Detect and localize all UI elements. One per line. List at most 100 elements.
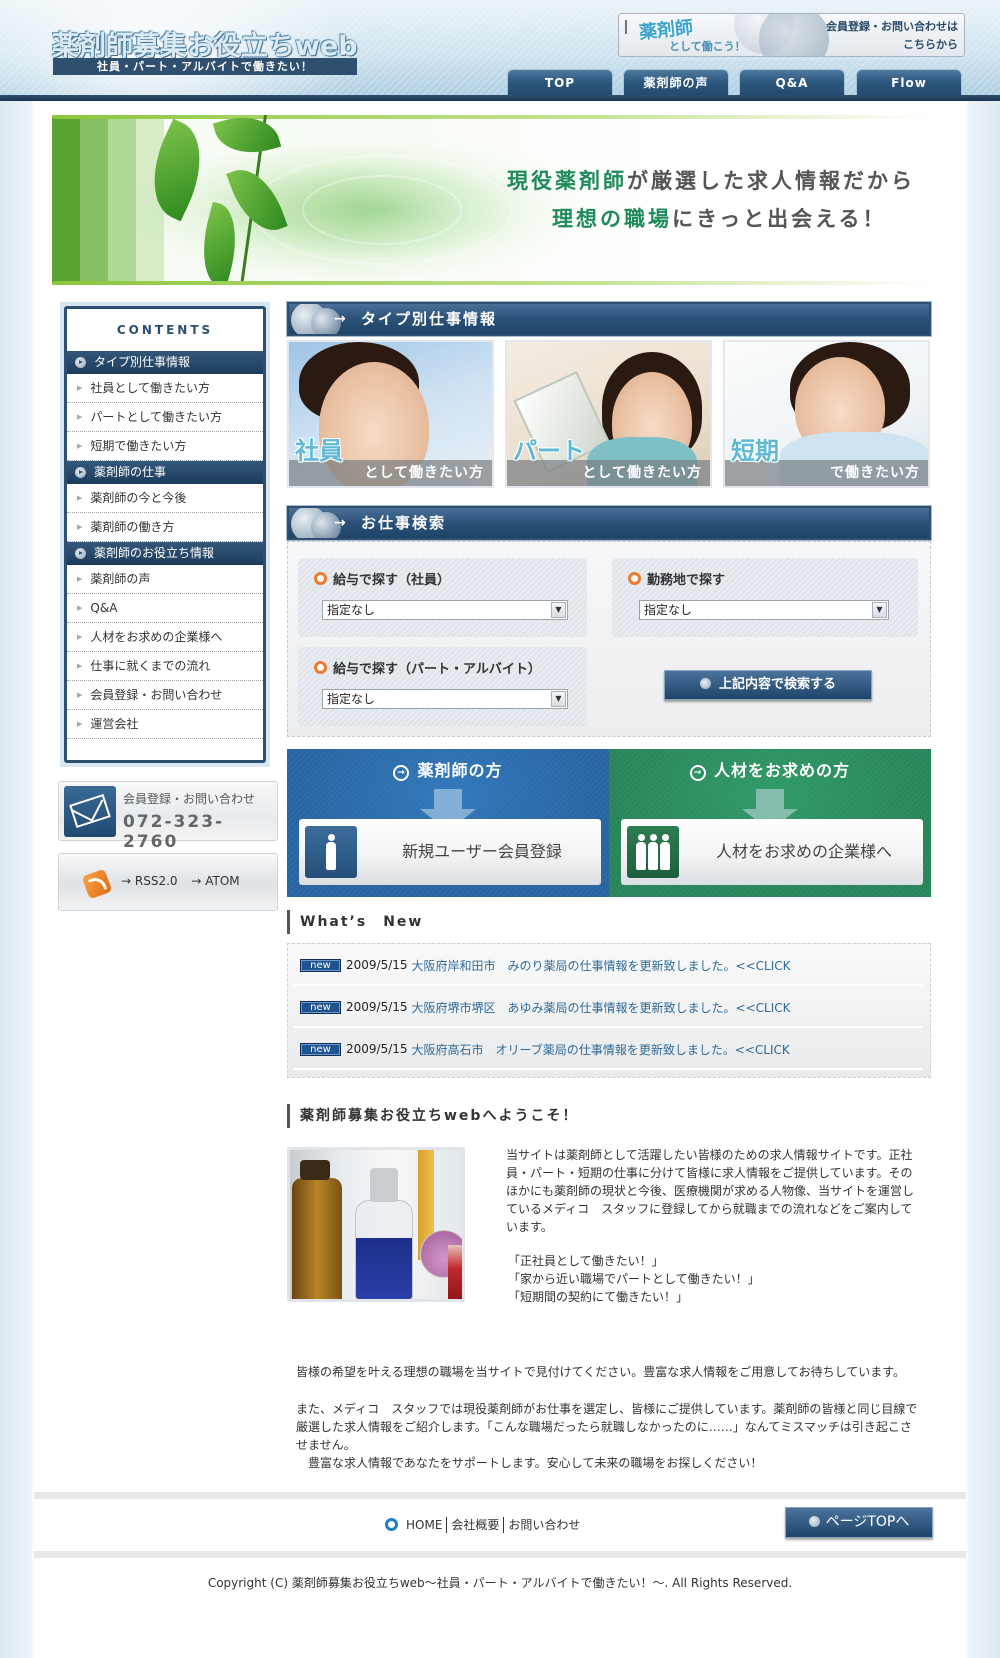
rss-icon: [81, 868, 113, 900]
hero-highlight: 現役薬剤師: [507, 169, 627, 193]
sidebar-item-fulltime[interactable]: ▶ 社員として働きたい方: [67, 374, 263, 403]
type-card-title: 社員: [295, 437, 343, 465]
bottle-stopper: [300, 1160, 330, 1180]
sidebar-title: CONTENTS: [116, 323, 214, 337]
sidebar-item-flow[interactable]: ▶ 仕事に就くまでの流れ: [67, 652, 263, 681]
sidebar-heading-info[interactable]: 薬剤師のお役立ち情報: [67, 542, 263, 565]
cta-title: 人材をお求めの方: [713, 761, 850, 780]
rss-link[interactable]: → RSS2.0: [121, 874, 178, 888]
sidebar-item-label: 薬剤師の今と今後: [90, 491, 187, 505]
sidebar-item-present-future[interactable]: ▶ 薬剤師の今と今後: [67, 484, 263, 513]
leaf-icon: [192, 201, 247, 285]
news-item: new 2009/5/15 大阪府高石市 オリーブ薬局の仕事情報を更新致しました…: [294, 1030, 922, 1070]
circle-arrow-icon: →: [689, 765, 706, 781]
news-link[interactable]: 大阪府高石市 オリーブ薬局の仕事情報を更新致しました。<<CLICK: [412, 1041, 790, 1058]
sidebar-heading-work[interactable]: 薬剤師の仕事: [67, 461, 263, 484]
phone-number: 072-323-2760: [123, 812, 225, 852]
type-card-subtitle: として働きたい方: [582, 465, 702, 481]
employer-page-button[interactable]: 人材をお求めの企業様へ: [621, 819, 923, 885]
hero-catchcopy-line1: 現役薬剤師が厳選した求人情報だから: [507, 165, 915, 195]
nav-tab-voices[interactable]: 薬剤師の声: [623, 69, 729, 97]
sidebar-heading-type[interactable]: タイプ別仕事情報: [67, 351, 263, 374]
type-card-parttime[interactable]: パート として働きたい方: [505, 340, 712, 488]
leaf-icon: [212, 115, 282, 163]
cta-button-label: 人材をお求めの企業様へ: [715, 842, 892, 861]
sidebar-item-label: 人材をお求めの企業様へ: [90, 630, 223, 644]
news-date: 2009/5/15: [346, 958, 408, 972]
welcome-paragraph-2: また、メディコ スタッフでは現役薬剤師がお仕事を選定し、皆様にご提供しています。…: [296, 1402, 918, 1452]
salary-parttime-select[interactable]: 指定なし ▼: [322, 689, 568, 709]
sidebar-item-parttime[interactable]: ▶ パートとして働きたい方: [67, 403, 263, 432]
triangle-bullet-icon: ▶: [77, 691, 83, 699]
water-ripple: [302, 175, 462, 245]
orange-bullet-icon: [314, 572, 327, 585]
section-heading-search: → お仕事検索: [286, 505, 932, 541]
type-card-subtitle: で働きたい方: [830, 465, 920, 481]
news-link[interactable]: 大阪府堺市堺区 あゆみ薬局の仕事情報を更新致しました。<<CLICK: [412, 999, 791, 1016]
header-bottom-bar: [0, 95, 1000, 101]
search-submit-label: 上記内容で検索する: [718, 677, 836, 692]
sidebar-item-label: 薬剤師の働き方: [90, 520, 175, 534]
news-list: new 2009/5/15 大阪府岸和田市 みのり薬局の仕事情報を更新致しました…: [287, 943, 931, 1078]
sidebar-item-label: 会員登録・お問い合わせ: [90, 688, 223, 702]
arrow-right-icon: →: [334, 311, 348, 327]
hero-catchcopy-line2: 理想の職場にきっと出会える！: [552, 203, 887, 233]
chevron-down-icon[interactable]: ▼: [551, 602, 566, 618]
footer-link-contact[interactable]: お問い合わせ: [504, 1516, 584, 1533]
feed-links-box: → RSS2.0 → ATOM: [58, 853, 278, 911]
cta-button-label: 新規ユーザー会員登録: [402, 842, 562, 861]
quote-line: 「短期間の契約にて働きたい！」: [508, 1290, 689, 1304]
location-select[interactable]: 指定なし ▼: [639, 600, 889, 620]
contact-phone-banner[interactable]: 会員登録・お問い合わせ 072-323-2760: [58, 781, 278, 852]
welcome-paragraph-3: 豊富な求人情報であなたをサポートします。安心して未来の職場をお探しください！: [296, 1456, 763, 1470]
news-item: new 2009/5/15 大阪府堺市堺区 あゆみ薬局の仕事情報を更新致しました…: [294, 988, 922, 1028]
section-heading-label: お仕事検索: [361, 514, 447, 532]
banner-decoration: [759, 14, 829, 56]
footer-divider: [34, 1551, 966, 1558]
sidebar-item-workstyle[interactable]: ▶ 薬剤師の働き方: [67, 513, 263, 542]
nav-tab-top[interactable]: TOP: [507, 69, 613, 97]
salary-parttime-panel: 給与で探す（パート・アルバイト） 指定なし ▼: [298, 647, 587, 726]
type-card-title: パート: [513, 437, 585, 465]
play-bullet-icon: [75, 548, 86, 559]
register-contact-banner[interactable]: 薬剤師 として働こう！ 会員登録・お問い合わせは こちらから: [618, 13, 965, 57]
sidebar-item-qa[interactable]: ▶ Q&A: [67, 594, 263, 623]
type-card-shortterm[interactable]: 短期 で働きたい方: [723, 340, 930, 488]
nav-tab-qa[interactable]: Q&A: [739, 69, 845, 97]
hero-stripe: [80, 119, 108, 281]
chevron-down-icon[interactable]: ▼: [551, 691, 566, 707]
sidebar-item-shortterm[interactable]: ▶ 短期で働きたい方: [67, 432, 263, 461]
type-card-fulltime[interactable]: 社員 として働きたい方: [287, 340, 494, 488]
location-panel: 勤務地で探す 指定なし ▼: [612, 558, 918, 637]
footer-nav: HOME 会社概要 お問い合わせ: [385, 1516, 584, 1533]
sidebar-item-label: 薬剤師の声: [90, 572, 151, 586]
sidebar-item-company[interactable]: ▶ 運営会社: [67, 710, 263, 739]
sidebar-item-contact[interactable]: ▶ 会員登録・お問い合わせ: [67, 681, 263, 710]
salary-fulltime-label: 給与で探す（社員）: [333, 573, 451, 588]
red-beaker: [448, 1245, 462, 1299]
new-user-register-button[interactable]: 新規ユーザー会員登録: [299, 819, 601, 885]
salary-fulltime-select[interactable]: 指定なし ▼: [322, 600, 568, 620]
sidebar-heading-label: 薬剤師の仕事: [94, 465, 167, 479]
triangle-bullet-icon: ▶: [77, 575, 83, 583]
footer-link-home[interactable]: HOME: [402, 1518, 446, 1532]
amber-bottle: [292, 1178, 342, 1299]
chevron-down-icon[interactable]: ▼: [872, 602, 887, 618]
sidebar-heading-label: 薬剤師のお役立ち情報: [94, 546, 215, 560]
news-link[interactable]: 大阪府岸和田市 みのり薬局の仕事情報を更新致しました。<<CLICK: [412, 957, 791, 974]
hero-border-bottom: [52, 281, 932, 285]
triangle-bullet-icon: ▶: [77, 413, 83, 421]
sidebar-item-voices[interactable]: ▶ 薬剤師の声: [67, 565, 263, 594]
orange-bullet-icon: [314, 661, 327, 674]
hero-stripe: [108, 119, 136, 281]
nav-tab-flow[interactable]: Flow: [856, 69, 962, 97]
select-value: 指定なし: [644, 603, 693, 617]
footer-link-company[interactable]: 会社概要: [447, 1516, 503, 1533]
atom-link[interactable]: → ATOM: [191, 874, 239, 888]
quote-line: 「家から近い職場でパートとして働きたい！」: [508, 1272, 760, 1286]
search-submit-button[interactable]: 上記内容で検索する: [664, 670, 872, 700]
triangle-bullet-icon: ▶: [77, 523, 83, 531]
sidebar-item-employers[interactable]: ▶ 人材をお求めの企業様へ: [67, 623, 263, 652]
page-top-button[interactable]: ページTOPへ: [785, 1507, 933, 1538]
sidebar-contents: CONTENTS タイプ別仕事情報 ▶ 社員として働きたい方 ▶ パートとして働きた…: [60, 302, 270, 767]
